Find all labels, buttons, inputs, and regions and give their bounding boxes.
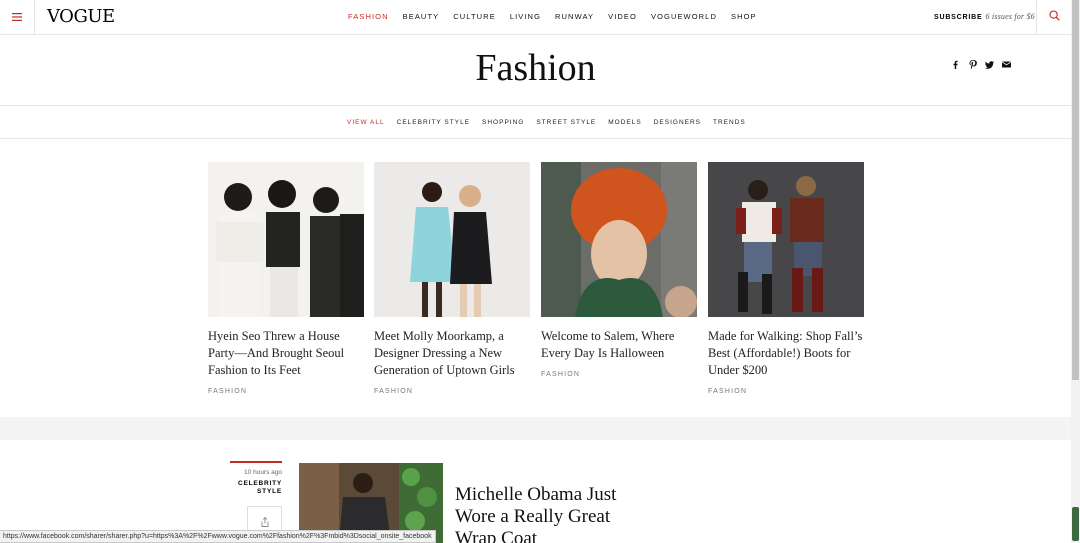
article-card[interactable]: Hyein Seo Threw a House Party—And Brough… xyxy=(208,162,364,395)
subnav-celebrity-style[interactable]: CELEBRITY STYLE xyxy=(397,119,470,126)
article-image[interactable] xyxy=(541,162,697,317)
subnav-designers[interactable]: DESIGNERS xyxy=(654,119,701,126)
section-subnav: VIEW ALL CELEBRITY STYLE SHOPPING STREET… xyxy=(347,119,758,126)
subnav-shopping[interactable]: SHOPPING xyxy=(482,119,524,126)
story-timestamp: 10 hours ago xyxy=(244,469,282,476)
subscribe-label: SUBSCRIBE xyxy=(934,14,983,21)
section-divider-band xyxy=(0,417,1071,440)
article-tag[interactable]: FASHION xyxy=(708,388,864,395)
subnav-street-style[interactable]: STREET STYLE xyxy=(536,119,596,126)
hamburger-icon xyxy=(12,8,22,26)
story-category[interactable]: CELEBRITY STYLE xyxy=(230,480,282,496)
article-image[interactable] xyxy=(208,162,364,317)
article-tag[interactable]: FASHION xyxy=(541,371,697,378)
article-tag[interactable]: FASHION xyxy=(374,388,530,395)
page-title: Fashion xyxy=(475,47,596,89)
nav-link-fashion[interactable]: FASHION xyxy=(348,12,389,21)
subscribe-link[interactable]: SUBSCRIBE 6 issues for $6 xyxy=(934,12,1035,21)
nav-link-beauty[interactable]: BEAUTY xyxy=(403,12,440,21)
subnav-view-all[interactable]: VIEW ALL xyxy=(347,119,385,126)
nav-link-living[interactable]: LIVING xyxy=(510,12,541,21)
twitter-icon[interactable] xyxy=(985,59,994,70)
subscribe-offer: 6 issues for $6 xyxy=(985,12,1035,21)
article-image[interactable] xyxy=(708,162,864,317)
divider xyxy=(0,138,1071,139)
nav-link-vogueworld[interactable]: VOGUEWORLD xyxy=(651,12,717,21)
subnav-trends[interactable]: TRENDS xyxy=(713,119,746,126)
accent-rule xyxy=(230,461,282,463)
article-title[interactable]: Welcome to Salem, Where Every Day Is Hal… xyxy=(541,328,697,362)
pinterest-icon[interactable] xyxy=(968,59,977,70)
scrollbar-corner xyxy=(1072,507,1079,541)
menu-button[interactable] xyxy=(0,0,35,34)
nav-link-runway[interactable]: RUNWAY xyxy=(555,12,594,21)
top-nav: VOGUE FASHION BEAUTY CULTURE LIVING RUNW… xyxy=(0,0,1071,35)
article-title[interactable]: Hyein Seo Threw a House Party—And Brough… xyxy=(208,328,364,379)
nav-link-culture[interactable]: CULTURE xyxy=(453,12,496,21)
article-title[interactable]: Made for Walking: Shop Fall’s Best (Affo… xyxy=(708,328,864,379)
divider xyxy=(0,105,1071,106)
vertical-scrollbar[interactable] xyxy=(1071,0,1080,543)
facebook-icon[interactable] xyxy=(951,59,960,70)
status-bar-url: https://www.facebook.com/sharer/sharer.p… xyxy=(0,530,436,543)
nav-link-video[interactable]: VIDEO xyxy=(608,12,637,21)
article-image[interactable] xyxy=(374,162,530,317)
subnav-models[interactable]: MODELS xyxy=(608,119,641,126)
scrollbar-thumb[interactable] xyxy=(1072,0,1079,380)
story-title[interactable]: Michelle Obama Just Wore a Really Great … xyxy=(455,484,625,543)
article-title[interactable]: Meet Molly Moorkamp, a Designer Dressing… xyxy=(374,328,530,379)
article-card[interactable]: Meet Molly Moorkamp, a Designer Dressing… xyxy=(374,162,530,395)
main-nav: FASHION BEAUTY CULTURE LIVING RUNWAY VID… xyxy=(348,12,771,21)
search-icon xyxy=(1048,8,1060,26)
article-card[interactable]: Made for Walking: Shop Fall’s Best (Affo… xyxy=(708,162,864,395)
page: VOGUE FASHION BEAUTY CULTURE LIVING RUNW… xyxy=(0,0,1071,543)
article-card[interactable]: Welcome to Salem, Where Every Day Is Hal… xyxy=(541,162,697,378)
share-links xyxy=(951,59,1011,70)
article-tag[interactable]: FASHION xyxy=(208,388,364,395)
vogue-logo[interactable]: VOGUE xyxy=(47,6,115,27)
nav-link-shop[interactable]: SHOP xyxy=(731,12,757,21)
search-button[interactable] xyxy=(1036,0,1071,34)
email-icon[interactable] xyxy=(1002,59,1011,70)
